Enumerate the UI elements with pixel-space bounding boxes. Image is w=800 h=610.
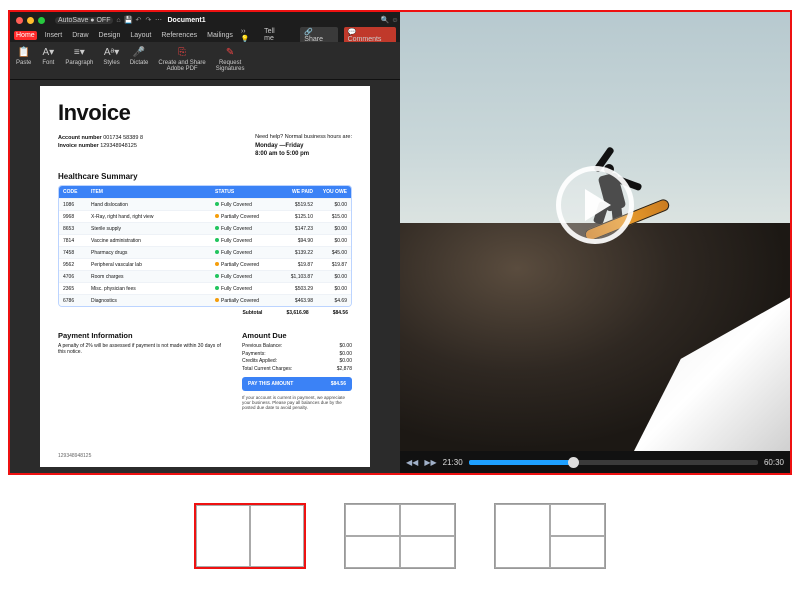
window-controls[interactable] xyxy=(10,14,51,27)
amount-line: Credits Applied:$0.00 xyxy=(242,358,352,366)
autosave-toggle[interactable]: AutoSave ● OFF xyxy=(55,17,113,24)
signatures-group[interactable]: ✎Request Signatures xyxy=(216,45,245,72)
seek-thumb[interactable] xyxy=(568,457,579,468)
tab-references[interactable]: References xyxy=(159,31,199,40)
pay-button[interactable]: PAY THIS AMOUNT $84.56 xyxy=(242,377,352,391)
play-button[interactable] xyxy=(556,166,634,244)
dictate-group[interactable]: 🎤Dictate xyxy=(130,45,149,66)
styles-group[interactable]: Aᵃ▾Styles xyxy=(103,45,119,66)
amount-due-heading: Amount Due xyxy=(242,331,352,340)
save-icon[interactable]: 💾 xyxy=(123,16,133,24)
more-icon[interactable]: ⋯ xyxy=(153,16,163,24)
comments-button[interactable]: 💬 Comments xyxy=(344,27,396,44)
healthcare-heading: Healthcare Summary xyxy=(58,172,352,181)
document-canvas[interactable]: Invoice Account number 001734 58389 8 In… xyxy=(10,80,400,473)
video-frame[interactable] xyxy=(400,12,790,451)
table-row: 7458Pharmacy drugsFully Covered$139.22$4… xyxy=(59,246,351,258)
table-row: 4706Room chargesFully Covered$1,103.87$0… xyxy=(59,270,351,282)
zoom-icon[interactable] xyxy=(38,17,45,24)
table-row: 7814Vaccine administrationFully Covered$… xyxy=(59,234,351,246)
seek-bar[interactable] xyxy=(469,460,758,465)
amount-line: Previous Balance:$0.00 xyxy=(242,343,352,351)
forward-button[interactable]: ▶▶ xyxy=(424,458,436,467)
invoice-title: Invoice xyxy=(58,100,352,126)
tab-draw[interactable]: Draw xyxy=(70,31,90,40)
document-title: Document1 xyxy=(167,17,205,24)
undo-icon[interactable]: ↶ xyxy=(133,16,143,24)
split-2up-container: AutoSave ● OFF ⌂ 💾 ↶ ↷ ⋯ Document1 🔍 ☺ H… xyxy=(8,10,792,475)
current-time: 21:30 xyxy=(443,458,463,467)
layout-thumbnails xyxy=(0,503,800,569)
tab-layout[interactable]: Layout xyxy=(128,31,153,40)
table-row: 6786DiagnosticsPartially Covered$463.98$… xyxy=(59,294,351,306)
rewind-button[interactable]: ◀◀ xyxy=(406,458,418,467)
tab-insert[interactable]: Insert xyxy=(43,31,65,40)
tab-mailings[interactable]: Mailings xyxy=(205,31,235,40)
table-row: 8653Sterile supplyFully Covered$147.23$0… xyxy=(59,222,351,234)
close-icon[interactable] xyxy=(16,17,23,24)
amount-line: Total Current Charges:$2,878 xyxy=(242,366,352,374)
invoice-table: CODE ITEM STATUS WE PAID YOU OWE 1086Han… xyxy=(58,185,352,307)
paste-group[interactable]: 📋Paste xyxy=(16,45,31,66)
amount-line: Payments:$0.00 xyxy=(242,351,352,359)
layout-option-2up[interactable] xyxy=(194,503,306,569)
table-row: 1086Hand dislocationFully Covered$519.52… xyxy=(59,198,351,210)
home-icon[interactable]: ⌂ xyxy=(113,17,123,24)
tab-home[interactable]: Home xyxy=(14,31,37,40)
table-row: 9562Peripheral vascular labPartially Cov… xyxy=(59,258,351,270)
video-controls: ◀◀ ▶▶ 21:30 60:30 xyxy=(400,451,790,473)
layout-option-3up[interactable] xyxy=(494,503,606,569)
word-window: AutoSave ● OFF ⌂ 💾 ↶ ↷ ⋯ Document1 🔍 ☺ H… xyxy=(10,12,400,473)
total-time: 60:30 xyxy=(764,458,784,467)
word-titlebar: AutoSave ● OFF ⌂ 💾 ↶ ↷ ⋯ Document1 🔍 ☺ xyxy=(10,12,400,28)
invoice-page: Invoice Account number 001734 58389 8 In… xyxy=(40,86,370,467)
ribbon: 📋Paste A▾Font ≡▾Paragraph Aᵃ▾Styles 🎤Dic… xyxy=(10,42,400,80)
paragraph-group[interactable]: ≡▾Paragraph xyxy=(65,45,93,66)
table-row: 9968X-Ray, right hand, right viewPartial… xyxy=(59,210,351,222)
search-icon[interactable]: 🔍 xyxy=(380,16,390,24)
ribbon-tabs: Home Insert Draw Design Layout Reference… xyxy=(10,28,400,42)
video-player: ◀◀ ▶▶ 21:30 60:30 xyxy=(400,12,790,473)
minimize-icon[interactable] xyxy=(27,17,34,24)
share-button[interactable]: 🔗 Share xyxy=(300,27,337,44)
adobe-pdf-group[interactable]: ⎘Create and Share Adobe PDF xyxy=(158,45,205,72)
help-icon[interactable]: ☺ xyxy=(390,17,400,24)
redo-icon[interactable]: ↷ xyxy=(143,16,153,24)
payment-info-heading: Payment Information xyxy=(58,331,226,340)
layout-option-4up[interactable] xyxy=(344,503,456,569)
table-row: 2365Misc. physician feesFully Covered$50… xyxy=(59,282,351,294)
tell-me[interactable]: Tell me xyxy=(262,27,288,43)
tab-design[interactable]: Design xyxy=(97,31,123,40)
play-icon xyxy=(585,189,611,221)
font-group[interactable]: A▾Font xyxy=(41,45,55,66)
invoice-footer-number: 129348948125 xyxy=(58,453,352,459)
